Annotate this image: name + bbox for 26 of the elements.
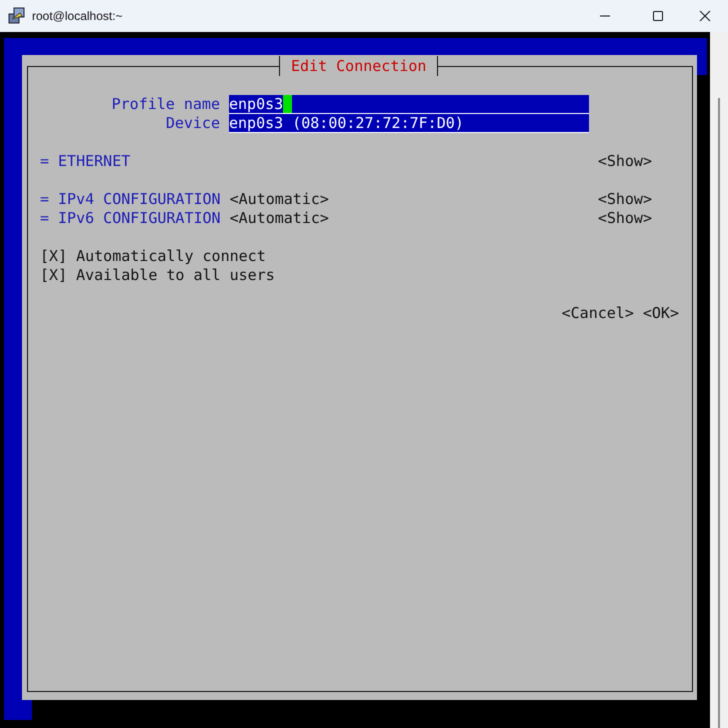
terminal-app-icon: [8, 7, 26, 25]
show-button[interactable]: <Show>: [598, 152, 652, 171]
close-icon[interactable]: [699, 10, 711, 22]
section-title: IPv6 CONFIGURATION: [58, 209, 221, 228]
checkbox[interactable]: [X]: [40, 247, 68, 266]
section-title: IPv4 CONFIGURATION: [58, 190, 221, 209]
section-title: ETHERNET: [58, 152, 130, 171]
field-label: Profile name: [110, 95, 220, 114]
checkbox[interactable]: [X]: [40, 266, 68, 285]
text-field[interactable]: enp0s3: [229, 95, 589, 114]
text-field[interactable]: enp0s3 (08:00:27:72:7F:D0): [229, 114, 589, 133]
show-button[interactable]: <Show>: [598, 190, 652, 209]
maximize-icon[interactable]: [652, 10, 664, 22]
mode-dropdown[interactable]: <Automatic>: [230, 190, 329, 209]
section-marker: =: [40, 209, 50, 228]
field-label: Device: [164, 114, 220, 133]
show-button[interactable]: <Show>: [598, 209, 652, 228]
dialog-title: Edit Connection: [279, 56, 438, 76]
dialog-button[interactable]: <Cancel>: [562, 304, 634, 323]
window-title: root@localhost:~: [32, 9, 123, 23]
dialog-button[interactable]: <OK>: [642, 304, 679, 323]
checkbox-label: Available to all users: [76, 266, 275, 285]
checkbox-label: Automatically connect: [76, 247, 266, 266]
mode-dropdown[interactable]: <Automatic>: [230, 209, 329, 228]
section-marker: =: [40, 152, 50, 171]
section-marker: =: [40, 190, 50, 209]
